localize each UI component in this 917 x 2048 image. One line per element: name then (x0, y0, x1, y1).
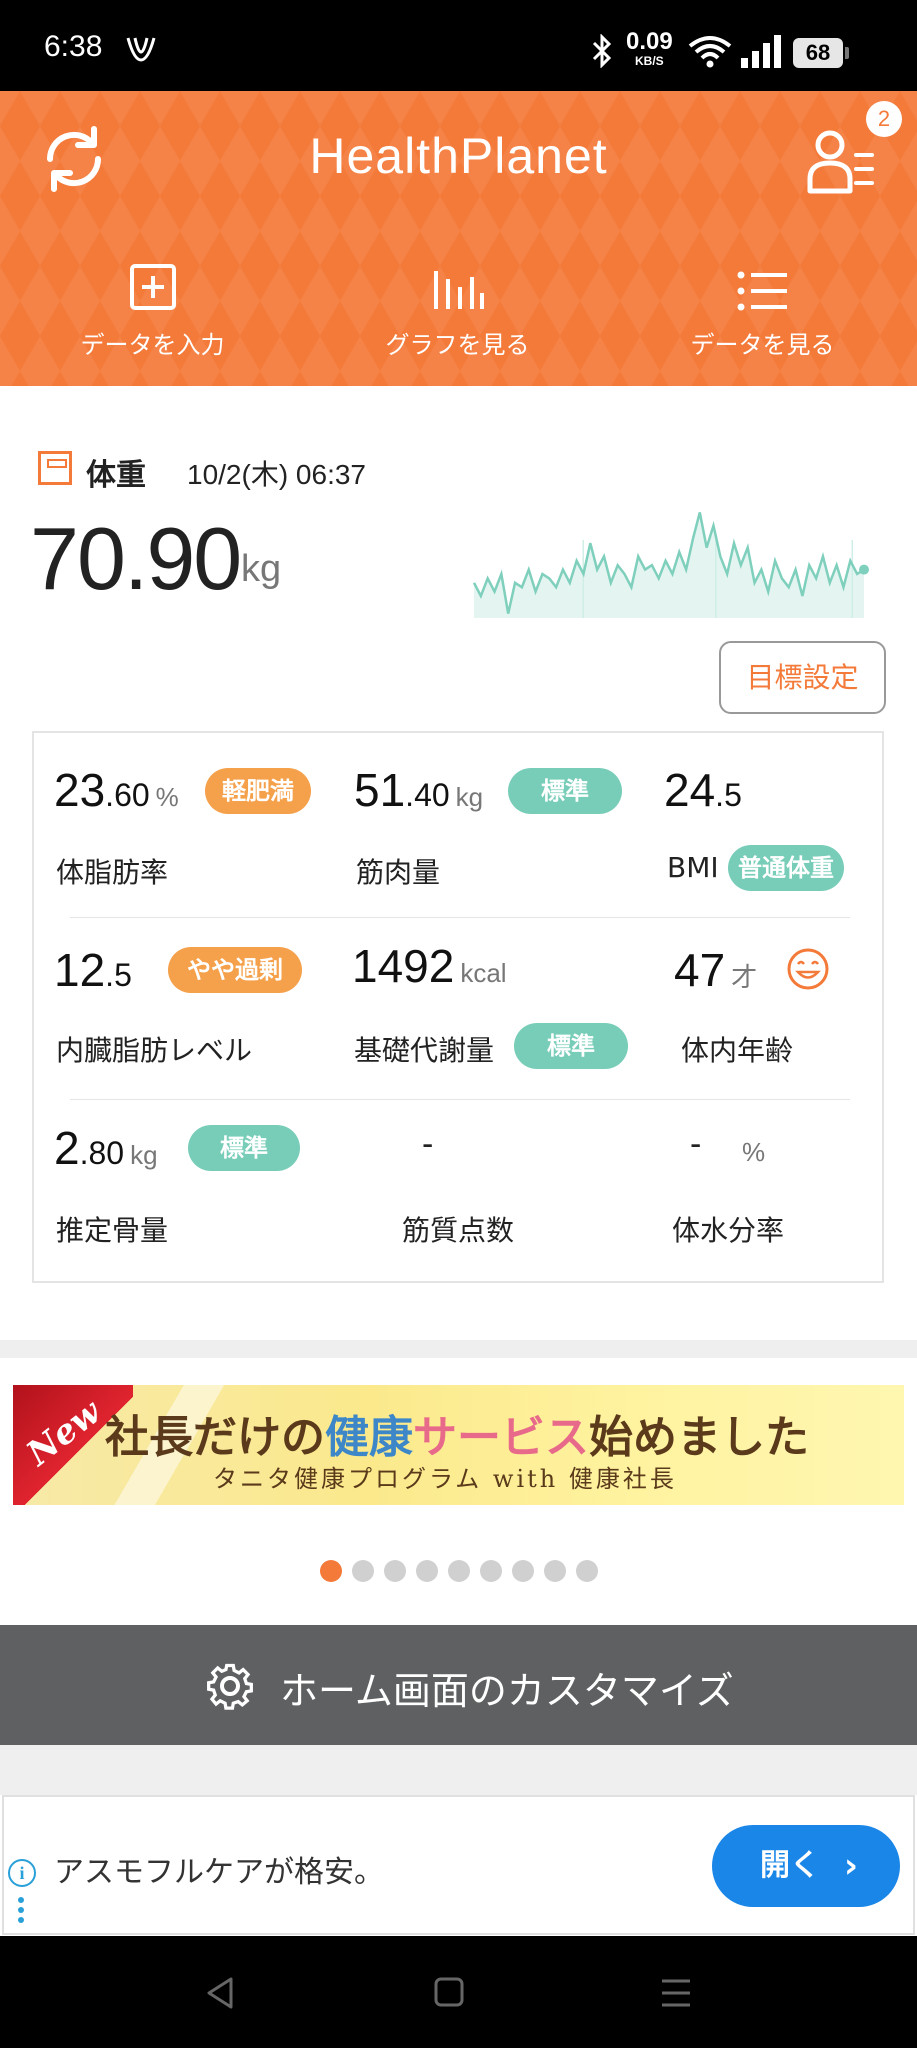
status-bar: 6:38 0.09 KB/S 68 (0, 0, 917, 91)
carousel-dot[interactable] (576, 1560, 598, 1582)
carousel-dot[interactable] (544, 1560, 566, 1582)
carousel-dot[interactable] (384, 1560, 406, 1582)
banner-subline: タニタ健康プログラム with 健康社長 (213, 1465, 677, 1493)
carousel-indicator[interactable] (320, 1560, 598, 1582)
notification-badge[interactable]: 2 (866, 101, 902, 137)
input-data-button[interactable]: データを入力 (0, 251, 305, 381)
network-speed: 0.09 KB/S (626, 28, 673, 68)
list-icon (737, 271, 787, 311)
status-time: 6:38 (44, 30, 103, 63)
app-header: HealthPlanet 2 データを入力 グラフを見る データを見る (0, 91, 917, 386)
action-label: データを見る (690, 331, 835, 359)
carousel-dot[interactable] (416, 1560, 438, 1582)
section-separator (0, 1745, 917, 1795)
weight-unit: kg (241, 548, 282, 590)
metric-badge-bone-mass: 標準 (188, 1125, 300, 1171)
carousel-dot[interactable] (480, 1560, 502, 1582)
metric-label-muscle: 筋肉量 (356, 856, 441, 889)
metric-label-body-fat: 体脂肪率 (56, 856, 169, 889)
weight-title: 体重 (86, 458, 146, 493)
carousel-dot[interactable] (448, 1560, 470, 1582)
metric-badge-visceral-fat: やや過剰 (168, 947, 302, 993)
carousel-dot[interactable] (320, 1560, 342, 1582)
weight-date: 10/2(木) 06:37 (187, 459, 366, 490)
metric-badge-muscle: 標準 (508, 768, 622, 814)
metric-label-body-age: 体内年齢 (681, 1034, 794, 1067)
quick-actions: データを入力 グラフを見る データを見る (0, 251, 917, 381)
metric-label-body-water: 体水分率 (672, 1214, 785, 1247)
bluetooth-icon (592, 34, 612, 68)
metric-label-bmr: 基礎代謝量 (354, 1034, 495, 1067)
back-icon[interactable] (205, 1976, 235, 2010)
metric-label-muscle-quality: 筋質点数 (402, 1214, 515, 1247)
metric-badge-bmr: 標準 (514, 1023, 628, 1069)
view-data-button[interactable]: データを見る (610, 251, 915, 381)
metric-value-body-water: - (690, 1125, 702, 1163)
section-separator (0, 1340, 917, 1358)
customize-home-button[interactable]: ホーム画面のカスタマイズ (0, 1625, 917, 1745)
metric-value-muscle: 51.40 kg (354, 764, 484, 816)
weight-value: 70.90 (30, 509, 242, 608)
ad-open-button[interactable]: 開く › (712, 1825, 900, 1907)
view-graph-button[interactable]: グラフを見る (305, 251, 610, 381)
smiley-face-icon (787, 948, 829, 990)
row-divider (70, 1099, 850, 1100)
sparkline-latest-point (859, 564, 869, 575)
metric-label-bone-mass: 推定骨量 (56, 1214, 169, 1247)
signal-icon (741, 35, 781, 68)
ad-info-icon[interactable]: i (8, 1859, 36, 1887)
ad-more-icon[interactable] (18, 1897, 24, 1927)
metric-value-muscle-quality: - (422, 1125, 434, 1163)
user-menu-icon[interactable] (804, 125, 880, 201)
menu-icon[interactable] (660, 1978, 692, 2008)
metric-badge-body-fat: 軽肥満 (205, 768, 311, 814)
bar-chart-icon (433, 271, 484, 309)
plus-square-icon (129, 264, 176, 310)
carousel-dot[interactable] (352, 1560, 374, 1582)
metric-badge-bmi: 普通体重 (728, 845, 844, 891)
app-title: HealthPlanet (309, 128, 608, 184)
metric-value-bmr: 1492 kcal (352, 940, 507, 992)
body-metrics-panel: 23.60% 軽肥満 体脂肪率 51.40 kg 標準 筋肉量 24.5 BMI … (32, 731, 884, 1283)
metric-value-bone-mass: 2.80 kg (54, 1122, 158, 1174)
banner-headline: 社長だけの健康サービス始めました (105, 1412, 809, 1463)
ad-banner[interactable]: i アスモフルケアが格安。 開く › (2, 1795, 915, 1935)
metric-value-body-fat: 23.60% (54, 764, 179, 816)
metric-value-bmi: 24.5 (664, 764, 742, 816)
home-icon[interactable] (433, 1976, 465, 2008)
weight-sparkline[interactable] (470, 500, 876, 630)
gear-icon (207, 1663, 253, 1710)
app-notification-icon (126, 37, 156, 62)
ad-text: アスモフルケアが格安。 (54, 1855, 384, 1890)
goal-setting-button[interactable]: 目標設定 (719, 641, 886, 714)
customize-label: ホーム画面のカスタマイズ (280, 1669, 734, 1713)
metric-label-bmi: BMI (667, 851, 719, 884)
wifi-icon (688, 36, 732, 68)
action-label: グラフを見る (385, 331, 530, 359)
row-divider (70, 917, 850, 918)
metric-value-body-age: 47 才 (674, 944, 758, 996)
metric-unit-body-water: % (742, 1137, 766, 1167)
scale-icon (38, 451, 72, 485)
action-label: データを入力 (80, 331, 225, 359)
promo-banner[interactable]: New 社長だけの健康サービス始めました タニタ健康プログラム with 健康社… (13, 1385, 904, 1505)
chevron-right-icon: › (843, 1846, 858, 1886)
carousel-dot[interactable] (512, 1560, 534, 1582)
metric-value-visceral-fat: 12.5 (54, 944, 132, 996)
metric-label-visceral-fat: 内臓脂肪レベル (56, 1034, 253, 1067)
system-nav-bar (0, 1936, 917, 2048)
battery-icon: 68 (793, 38, 849, 68)
